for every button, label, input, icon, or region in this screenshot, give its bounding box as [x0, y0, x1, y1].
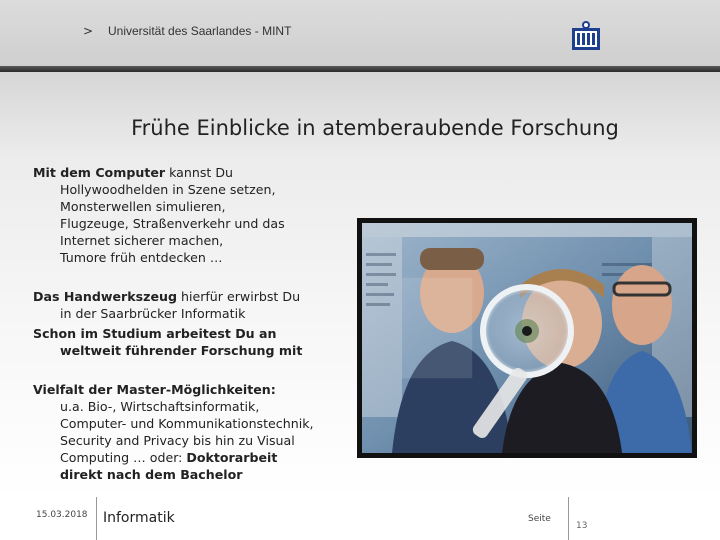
text-line: Tumore früh entdecken … [60, 250, 223, 265]
text-line: Monsterwellen simulieren, [60, 199, 226, 214]
institution-name: Universität des Saarlandes - MINT [108, 24, 292, 38]
researchers-magnifying-glass-photo [357, 218, 697, 458]
text-line: kannst Du [165, 165, 234, 180]
footer-divider [568, 497, 569, 540]
slide-title: Frühe Einblicke in atemberaubende Forsch… [131, 116, 619, 140]
text-line: Hollywoodhelden in Szene setzen, [60, 182, 276, 197]
bold-phrase: Doktorarbeit [186, 450, 278, 465]
bold-line: weltweit führender Forschung mit [60, 343, 303, 358]
footer-divider [96, 497, 97, 540]
bold-phrase: Das Handwerkszeug [33, 289, 177, 304]
text-block-computer: Mit dem Computer kannst Du Hollywoodheld… [33, 164, 285, 266]
text-block-master: Vielfalt der Master-Möglichkeiten: u.a. … [33, 381, 314, 483]
text-line: Flugzeuge, Straßenverkehr und das [60, 216, 285, 231]
text-line: Internet sicherer machen, [60, 233, 224, 248]
text-block-handwerkszeug: Das Handwerkszeug hierfür erwirbst Du in… [33, 288, 300, 322]
footer-department: Informatik [103, 510, 175, 526]
text-line: hierfür erwirbst Du [176, 289, 301, 304]
bold-line: direkt nach dem Bachelor [60, 467, 243, 482]
breadcrumb-chevron: > [83, 24, 94, 38]
footer-date: 15.03.2018 [36, 510, 88, 520]
text-line: in der Saarbrücker Informatik [60, 306, 246, 321]
saarland-university-seal-icon [572, 21, 600, 50]
text-line: Computing … oder: [60, 450, 187, 465]
bold-heading: Vielfalt der Master-Möglichkeiten: [33, 382, 276, 397]
bold-line: Schon im Studium arbeitest Du an [33, 326, 277, 341]
bold-phrase: Mit dem Computer [33, 165, 166, 180]
text-line: Computer- und Kommunikationstechnik, [60, 416, 314, 431]
text-line: Security and Privacy bis hin zu Visual [60, 433, 295, 448]
text-block-studium: Schon im Studium arbeitest Du an weltwei… [33, 325, 302, 359]
text-line: u.a. Bio-, Wirtschaftsinformatik, [60, 399, 260, 414]
footer-page-number: 13 [576, 521, 588, 531]
footer-page-label: Seite [528, 514, 551, 524]
